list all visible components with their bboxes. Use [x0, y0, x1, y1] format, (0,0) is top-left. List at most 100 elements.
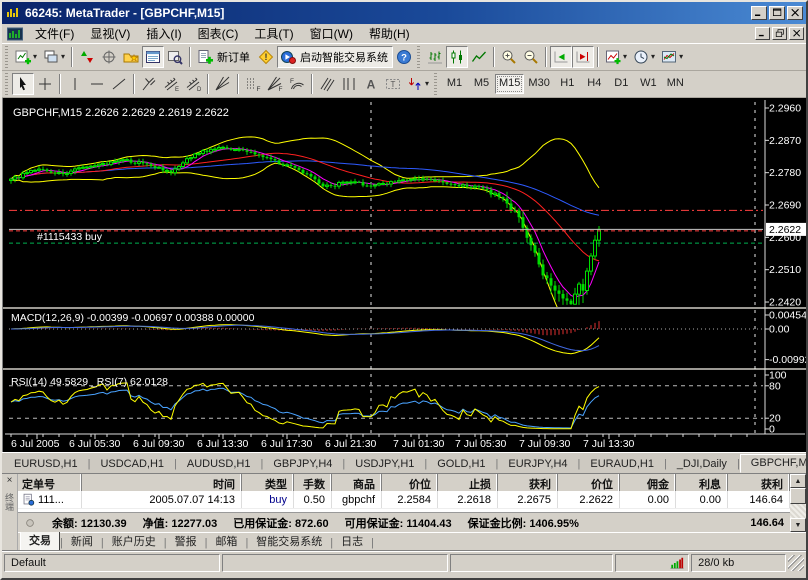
chart-area[interactable]: 2.29602.28702.27802.26902.26002.25102.24…: [2, 98, 806, 452]
chart-tab-usdjpy-h1[interactable]: USDJPY,H1: [345, 456, 424, 473]
scroll-down-button[interactable]: ▼: [790, 518, 806, 532]
period-button-m5[interactable]: M5: [468, 74, 495, 94]
child-minimize-button[interactable]: [755, 27, 770, 40]
scrollbar-track[interactable]: [790, 504, 806, 518]
chart-tab-gbpchf-m15[interactable]: GBPCHF,M15: [740, 454, 806, 473]
child-close-button[interactable]: [789, 27, 804, 40]
arrows-button[interactable]: ▾: [404, 73, 432, 95]
cycle-lines-button[interactable]: [338, 73, 360, 95]
chart-shift-button[interactable]: [572, 46, 594, 68]
menu-item-5[interactable]: 窗口(W): [302, 23, 361, 44]
terminal-tab-5[interactable]: 智能交易系统: [248, 531, 330, 550]
column-header-8[interactable]: 价位: [558, 474, 620, 491]
crosshair-button[interactable]: [34, 73, 56, 95]
close-button[interactable]: [787, 6, 803, 20]
bars-chart-button[interactable]: [424, 46, 446, 68]
column-header-10[interactable]: 利息: [676, 474, 728, 491]
column-header-9[interactable]: 佣金: [620, 474, 676, 491]
terminal-panel-button[interactable]: [142, 46, 164, 68]
data-window-button[interactable]: [98, 46, 120, 68]
period-button-m15[interactable]: M15: [495, 74, 524, 94]
period-button-mn[interactable]: MN: [662, 74, 689, 94]
trendline-button[interactable]: [108, 73, 130, 95]
auto-scroll-button[interactable]: [550, 46, 572, 68]
fibo-arcs-button[interactable]: F: [286, 73, 308, 95]
channel-d-button[interactable]: D: [182, 73, 204, 95]
period-button-h4[interactable]: H4: [581, 74, 608, 94]
terminal-tab-1[interactable]: 新闻: [63, 531, 101, 550]
period-button-m30[interactable]: M30: [524, 74, 553, 94]
market-watch-button[interactable]: [76, 46, 98, 68]
ea-start-button[interactable]: 启动智能交易系统: [277, 46, 393, 68]
indicators-button[interactable]: ▾: [602, 46, 630, 68]
chart-tab-gbpjpy-h4[interactable]: GBPJPY,H4: [263, 456, 342, 473]
price-chart[interactable]: 2.29602.28702.27802.26902.26002.25102.24…: [3, 98, 807, 452]
horizontal-line-button[interactable]: [86, 73, 108, 95]
fibo-fan-button[interactable]: F: [264, 73, 286, 95]
toolbar-grip[interactable]: [5, 46, 8, 68]
new-order-button[interactable]: 新订单: [194, 46, 255, 68]
channel-e-button[interactable]: E: [160, 73, 182, 95]
text-button[interactable]: A: [360, 73, 382, 95]
dropdown-arrow-icon[interactable]: ▾: [33, 53, 37, 61]
dropdown-arrow-icon[interactable]: ▾: [623, 53, 627, 61]
minimize-button[interactable]: [751, 6, 767, 20]
dropdown-arrow-icon[interactable]: ▾: [61, 53, 65, 61]
toolbar-grip[interactable]: [417, 46, 420, 68]
menu-item-6[interactable]: 帮助(H): [361, 23, 418, 44]
zoom-in-button[interactable]: [498, 46, 520, 68]
fibo-retracement-button[interactable]: F: [242, 73, 264, 95]
period-button-m1[interactable]: M1: [441, 74, 468, 94]
period-button-h1[interactable]: H1: [554, 74, 581, 94]
column-header-2[interactable]: 类型: [242, 474, 294, 491]
new-chart-button[interactable]: ▾: [12, 46, 40, 68]
terminal-tab-3[interactable]: 警报: [167, 531, 205, 550]
terminal-scrollbar[interactable]: ▲ ▼: [790, 474, 806, 532]
chart-tab-usdcad-h1[interactable]: USDCAD,H1: [90, 456, 174, 473]
period-button-d1[interactable]: D1: [608, 74, 635, 94]
terminal-tab-2[interactable]: 账户历史: [104, 531, 164, 550]
child-restore-button[interactable]: [772, 27, 787, 40]
terminal-tab-0[interactable]: 交易: [20, 529, 60, 550]
zoom-out-button[interactable]: [520, 46, 542, 68]
help-button[interactable]: ?: [393, 46, 415, 68]
menu-item-3[interactable]: 图表(C): [190, 23, 247, 44]
menu-item-4[interactable]: 工具(T): [246, 23, 301, 44]
text-label-button[interactable]: T: [382, 73, 404, 95]
chart-tab-audusd-h1[interactable]: AUDUSD,H1: [177, 456, 261, 473]
parallel-lines-button[interactable]: [316, 73, 338, 95]
navigator-button[interactable]: [120, 46, 142, 68]
maximize-button[interactable]: [769, 6, 785, 20]
chart-tab-gold-h1[interactable]: GOLD,H1: [427, 456, 495, 473]
strategy-tester-button[interactable]: [164, 46, 186, 68]
chart-system-menu-icon[interactable]: [7, 26, 24, 41]
column-header-5[interactable]: 价位: [382, 474, 438, 491]
periods-clock-button[interactable]: ▾: [630, 46, 658, 68]
chart-tab-euraud-h1[interactable]: EURAUD,H1: [580, 456, 664, 473]
chart-tab-eurusd-h1[interactable]: EURUSD,H1: [4, 456, 88, 473]
chart-tab-eurjpy-h4[interactable]: EURJPY,H4: [498, 456, 577, 473]
column-header-4[interactable]: 商品: [332, 474, 382, 491]
resize-grip[interactable]: [788, 555, 804, 571]
toolbar-grip[interactable]: [434, 73, 437, 95]
column-header-0[interactable]: 定单号: [18, 474, 82, 491]
column-header-6[interactable]: 止损: [438, 474, 498, 491]
scroll-up-button[interactable]: ▲: [790, 474, 806, 488]
dropdown-arrow-icon[interactable]: ▾: [425, 80, 429, 88]
vertical-line-button[interactable]: [64, 73, 86, 95]
terminal-tab-6[interactable]: 日志: [333, 531, 371, 550]
dropdown-arrow-icon[interactable]: ▾: [679, 53, 683, 61]
ea-warning-button[interactable]: !: [255, 46, 277, 68]
profiles-button[interactable]: ▾: [40, 46, 68, 68]
pitchfork-button[interactable]: [138, 73, 160, 95]
column-header-1[interactable]: 时间: [82, 474, 242, 491]
menu-item-2[interactable]: 插入(I): [138, 23, 189, 44]
menu-item-1[interactable]: 显视(V): [82, 23, 138, 44]
order-row[interactable]: 111...2005.07.07 14:13buy0.50gbpchf2.258…: [18, 491, 806, 509]
toolbar-grip[interactable]: [5, 73, 8, 95]
column-header-3[interactable]: 手数: [294, 474, 332, 491]
templates-button[interactable]: ▾: [658, 46, 686, 68]
line-chart-button[interactable]: [468, 46, 490, 68]
column-header-7[interactable]: 获利: [498, 474, 558, 491]
menu-item-0[interactable]: 文件(F): [27, 23, 82, 44]
